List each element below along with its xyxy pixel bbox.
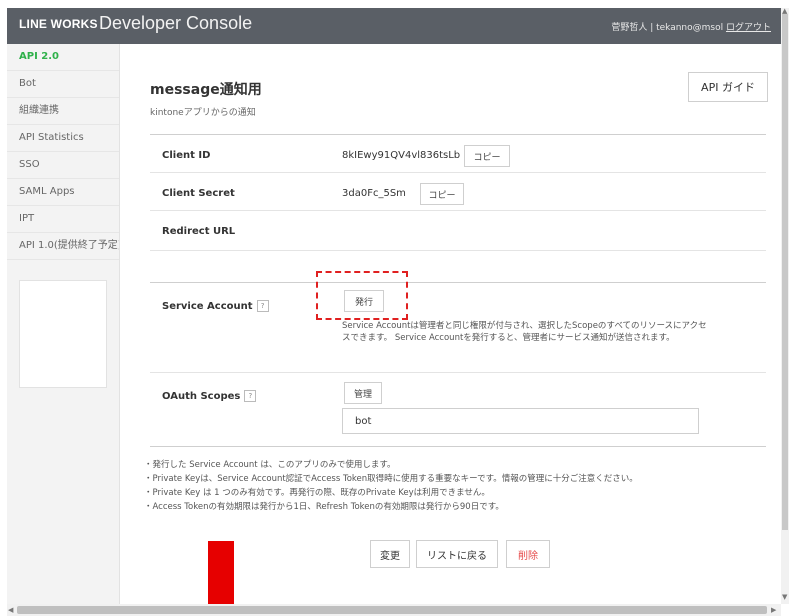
help-icon[interactable]: ? — [256, 300, 269, 312]
horizontal-scrollbar[interactable]: ◀ ▶ — [7, 604, 781, 616]
note-item: ・Private Key は 1 つのみ有効です。再発行の際、既存のPrivat… — [144, 488, 490, 498]
highlight-annotation — [316, 271, 408, 320]
sidebar-blank-panel — [19, 280, 107, 388]
app-title: message通知用 — [150, 82, 262, 98]
help-icon[interactable]: ? — [244, 390, 257, 402]
delete-button[interactable]: 削除 — [506, 540, 550, 568]
divider — [150, 282, 766, 283]
top-header: LINE WORKS Developer Console 菅野哲人 | teka… — [7, 8, 781, 44]
sidebar-item-org-link[interactable]: 組織連携 — [7, 98, 119, 125]
scope-value-box: bot — [342, 408, 699, 434]
note-item: ・発行した Service Account は、このアプリのみで使用します。 — [144, 460, 396, 470]
manage-scopes-button[interactable]: 管理 — [344, 382, 382, 404]
note-item: ・Private Keyは、Service Account認証でAccess T… — [144, 474, 638, 484]
service-account-description: Service Accountは管理者と同じ権限が付与され、選択したScopeの… — [342, 321, 707, 343]
service-account-label-text: Service Account — [162, 301, 253, 312]
sidebar: API 2.0 Bot 組織連携 API Statistics SSO SAML… — [7, 44, 120, 604]
notes-list: ・発行した Service Account は、このアプリのみで使用します。 ・… — [144, 458, 764, 514]
divider — [150, 446, 766, 447]
sidebar-item-api-statistics[interactable]: API Statistics — [7, 125, 119, 152]
divider — [150, 172, 766, 173]
client-secret-value: 3da0Fc_5Sm — [342, 188, 406, 199]
redirect-url-label: Redirect URL — [162, 226, 236, 237]
divider — [150, 372, 766, 373]
vertical-scroll-thumb[interactable] — [782, 14, 788, 530]
brand-logo: LINE WORKS — [19, 17, 98, 31]
back-to-list-button[interactable]: リストに戻る — [416, 540, 498, 568]
service-account-label: Service Account? — [162, 300, 269, 312]
sidebar-item-api-1[interactable]: API 1.0(提供終了予定) — [7, 233, 119, 260]
divider — [150, 250, 766, 251]
sidebar-item-saml-apps[interactable]: SAML Apps — [7, 179, 119, 206]
sidebar-item-bot[interactable]: Bot — [7, 71, 119, 98]
note-item: ・Access Tokenの有効期限は発行から1日、Refresh Tokenの… — [144, 502, 504, 512]
client-id-value: 8kIEwy91QV4vl836tsLb — [342, 150, 461, 161]
scroll-right-icon[interactable]: ▶ — [771, 606, 776, 614]
logout-link[interactable]: ログアウト — [726, 23, 771, 33]
client-secret-label: Client Secret — [162, 188, 235, 199]
oauth-scopes-label: OAuth Scopes? — [162, 390, 257, 402]
sidebar-item-sso[interactable]: SSO — [7, 152, 119, 179]
divider — [150, 210, 766, 211]
vertical-scrollbar[interactable]: ▲ ▼ — [781, 7, 789, 604]
copy-client-secret-button[interactable]: コピー — [420, 183, 464, 205]
horizontal-scroll-thumb[interactable] — [17, 606, 767, 614]
api-guide-button[interactable]: API ガイド — [688, 72, 768, 102]
copy-client-id-button[interactable]: コピー — [464, 145, 510, 167]
sidebar-item-api-2[interactable]: API 2.0 — [7, 44, 119, 71]
scroll-left-icon[interactable]: ◀ — [8, 606, 13, 614]
user-info: 菅野哲人 | tekanno@msol ログアウト — [611, 20, 771, 33]
oauth-scopes-label-text: OAuth Scopes — [162, 391, 241, 402]
app-description: kintoneアプリからの通知 — [150, 108, 256, 118]
divider — [150, 134, 766, 135]
sidebar-item-ipt[interactable]: IPT — [7, 206, 119, 233]
console-title: Developer Console — [99, 13, 253, 33]
scroll-down-icon[interactable]: ▼ — [782, 593, 787, 601]
client-id-label: Client ID — [162, 150, 211, 161]
edit-button[interactable]: 変更 — [370, 540, 410, 568]
user-name: 菅野哲人 | tekanno@msol — [611, 23, 724, 33]
